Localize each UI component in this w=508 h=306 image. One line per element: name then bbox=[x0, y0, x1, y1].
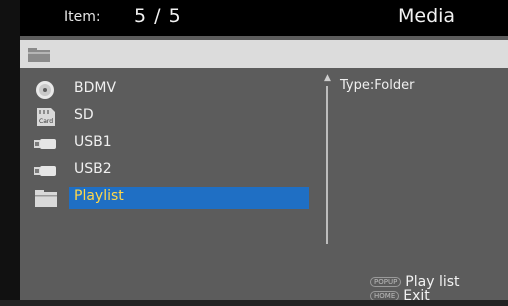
path-bar bbox=[20, 40, 508, 68]
sd-card-icon: Card bbox=[37, 108, 55, 126]
screen-edge-left bbox=[0, 0, 20, 306]
scrollbar-track bbox=[326, 86, 328, 244]
screen-edge-bottom bbox=[0, 300, 508, 306]
media-browser-screen: Item: 5 / 5 Media BDMV Card SD USB1 USB2… bbox=[0, 0, 508, 306]
header-bar: Item: 5 / 5 Media bbox=[20, 0, 508, 36]
list-item-label: BDMV bbox=[74, 80, 117, 96]
item-type-text: Type:Folder bbox=[340, 78, 415, 93]
list-item-usb2[interactable]: USB2 bbox=[34, 157, 314, 184]
header-title: Media bbox=[398, 5, 456, 27]
sd-card-icon-text: Card bbox=[39, 118, 53, 125]
item-count: 5 / 5 bbox=[134, 5, 182, 27]
popup-key-icon: POPUP bbox=[370, 277, 402, 287]
disc-icon bbox=[36, 81, 54, 99]
list-item-sd[interactable]: Card SD bbox=[34, 103, 314, 130]
folder-icon bbox=[28, 48, 50, 62]
list-item-usb1[interactable]: USB1 bbox=[34, 130, 314, 157]
media-list: BDMV Card SD USB1 USB2 Playlist bbox=[34, 76, 314, 211]
list-item-bdmv[interactable]: BDMV bbox=[34, 76, 314, 103]
item-label: Item: bbox=[64, 9, 101, 25]
folder-icon bbox=[35, 190, 57, 207]
list-item-playlist[interactable]: Playlist bbox=[34, 184, 314, 211]
list-item-label: Playlist bbox=[74, 188, 124, 204]
list-item-label: USB1 bbox=[74, 134, 112, 150]
usb-icon bbox=[34, 166, 56, 176]
list-scrollbar[interactable]: ▲ bbox=[322, 74, 332, 244]
usb-icon bbox=[34, 139, 56, 149]
list-item-label: USB2 bbox=[74, 161, 112, 177]
list-item-label: SD bbox=[74, 107, 94, 123]
item-info-panel: Type:Folder bbox=[340, 78, 414, 93]
scroll-up-arrow-icon[interactable]: ▲ bbox=[324, 74, 331, 83]
